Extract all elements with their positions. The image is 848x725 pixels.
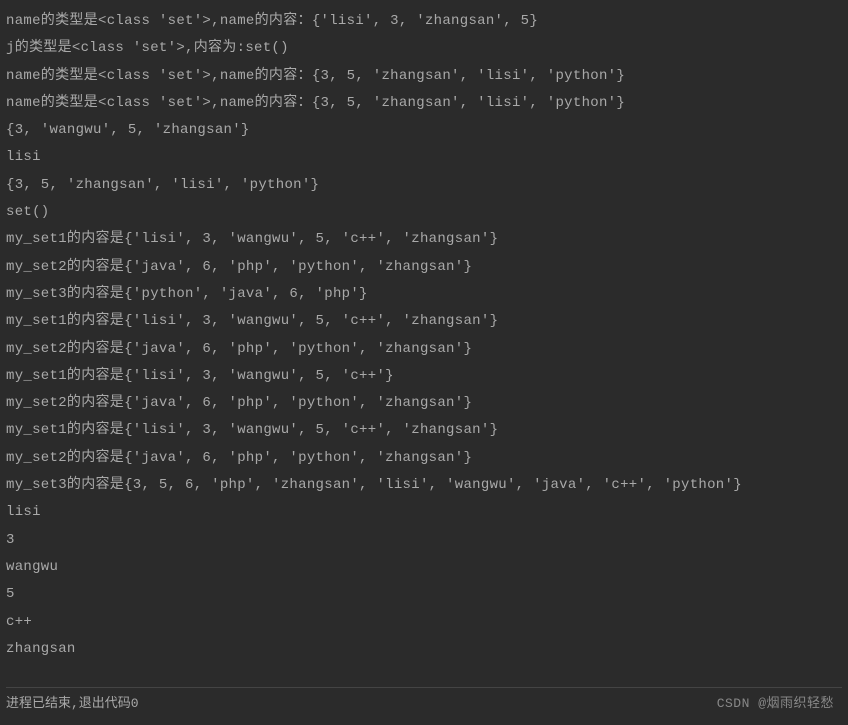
output-line: my_set2的内容是{'java', 6, 'php', 'python', … <box>6 390 842 417</box>
output-line: name的类型是<class 'set'>,name的内容：{3, 5, 'zh… <box>6 63 842 90</box>
output-line: my_set2的内容是{'java', 6, 'php', 'python', … <box>6 336 842 363</box>
output-line: {3, 5, 'zhangsan', 'lisi', 'python'} <box>6 172 842 199</box>
output-line: wangwu <box>6 554 842 581</box>
output-line: name的类型是<class 'set'>,name的内容：{3, 5, 'zh… <box>6 90 842 117</box>
output-line: 5 <box>6 581 842 608</box>
output-line: zhangsan <box>6 636 842 663</box>
output-line: lisi <box>6 144 842 171</box>
output-line: 3 <box>6 527 842 554</box>
output-line: my_set3的内容是{'python', 'java', 6, 'php'} <box>6 281 842 308</box>
output-line: my_set2的内容是{'java', 6, 'php', 'python', … <box>6 254 842 281</box>
watermark: CSDN @烟雨织轻愁 <box>717 692 834 711</box>
output-line: my_set1的内容是{'lisi', 3, 'wangwu', 5, 'c++… <box>6 308 842 335</box>
output-line: name的类型是<class 'set'>,name的内容：{'lisi', 3… <box>6 8 842 35</box>
console-output: name的类型是<class 'set'>,name的内容：{'lisi', 3… <box>0 0 848 671</box>
output-line: j的类型是<class 'set'>,内容为:set() <box>6 35 842 62</box>
output-line: my_set2的内容是{'java', 6, 'php', 'python', … <box>6 445 842 472</box>
output-line: my_set1的内容是{'lisi', 3, 'wangwu', 5, 'c++… <box>6 363 842 390</box>
separator <box>6 687 842 688</box>
output-line: c++ <box>6 609 842 636</box>
output-line: set() <box>6 199 842 226</box>
output-line: my_set1的内容是{'lisi', 3, 'wangwu', 5, 'c++… <box>6 226 842 253</box>
output-line: my_set1的内容是{'lisi', 3, 'wangwu', 5, 'c++… <box>6 417 842 444</box>
output-line: my_set3的内容是{3, 5, 6, 'php', 'zhangsan', … <box>6 472 842 499</box>
output-line: {3, 'wangwu', 5, 'zhangsan'} <box>6 117 842 144</box>
output-line: lisi <box>6 499 842 526</box>
